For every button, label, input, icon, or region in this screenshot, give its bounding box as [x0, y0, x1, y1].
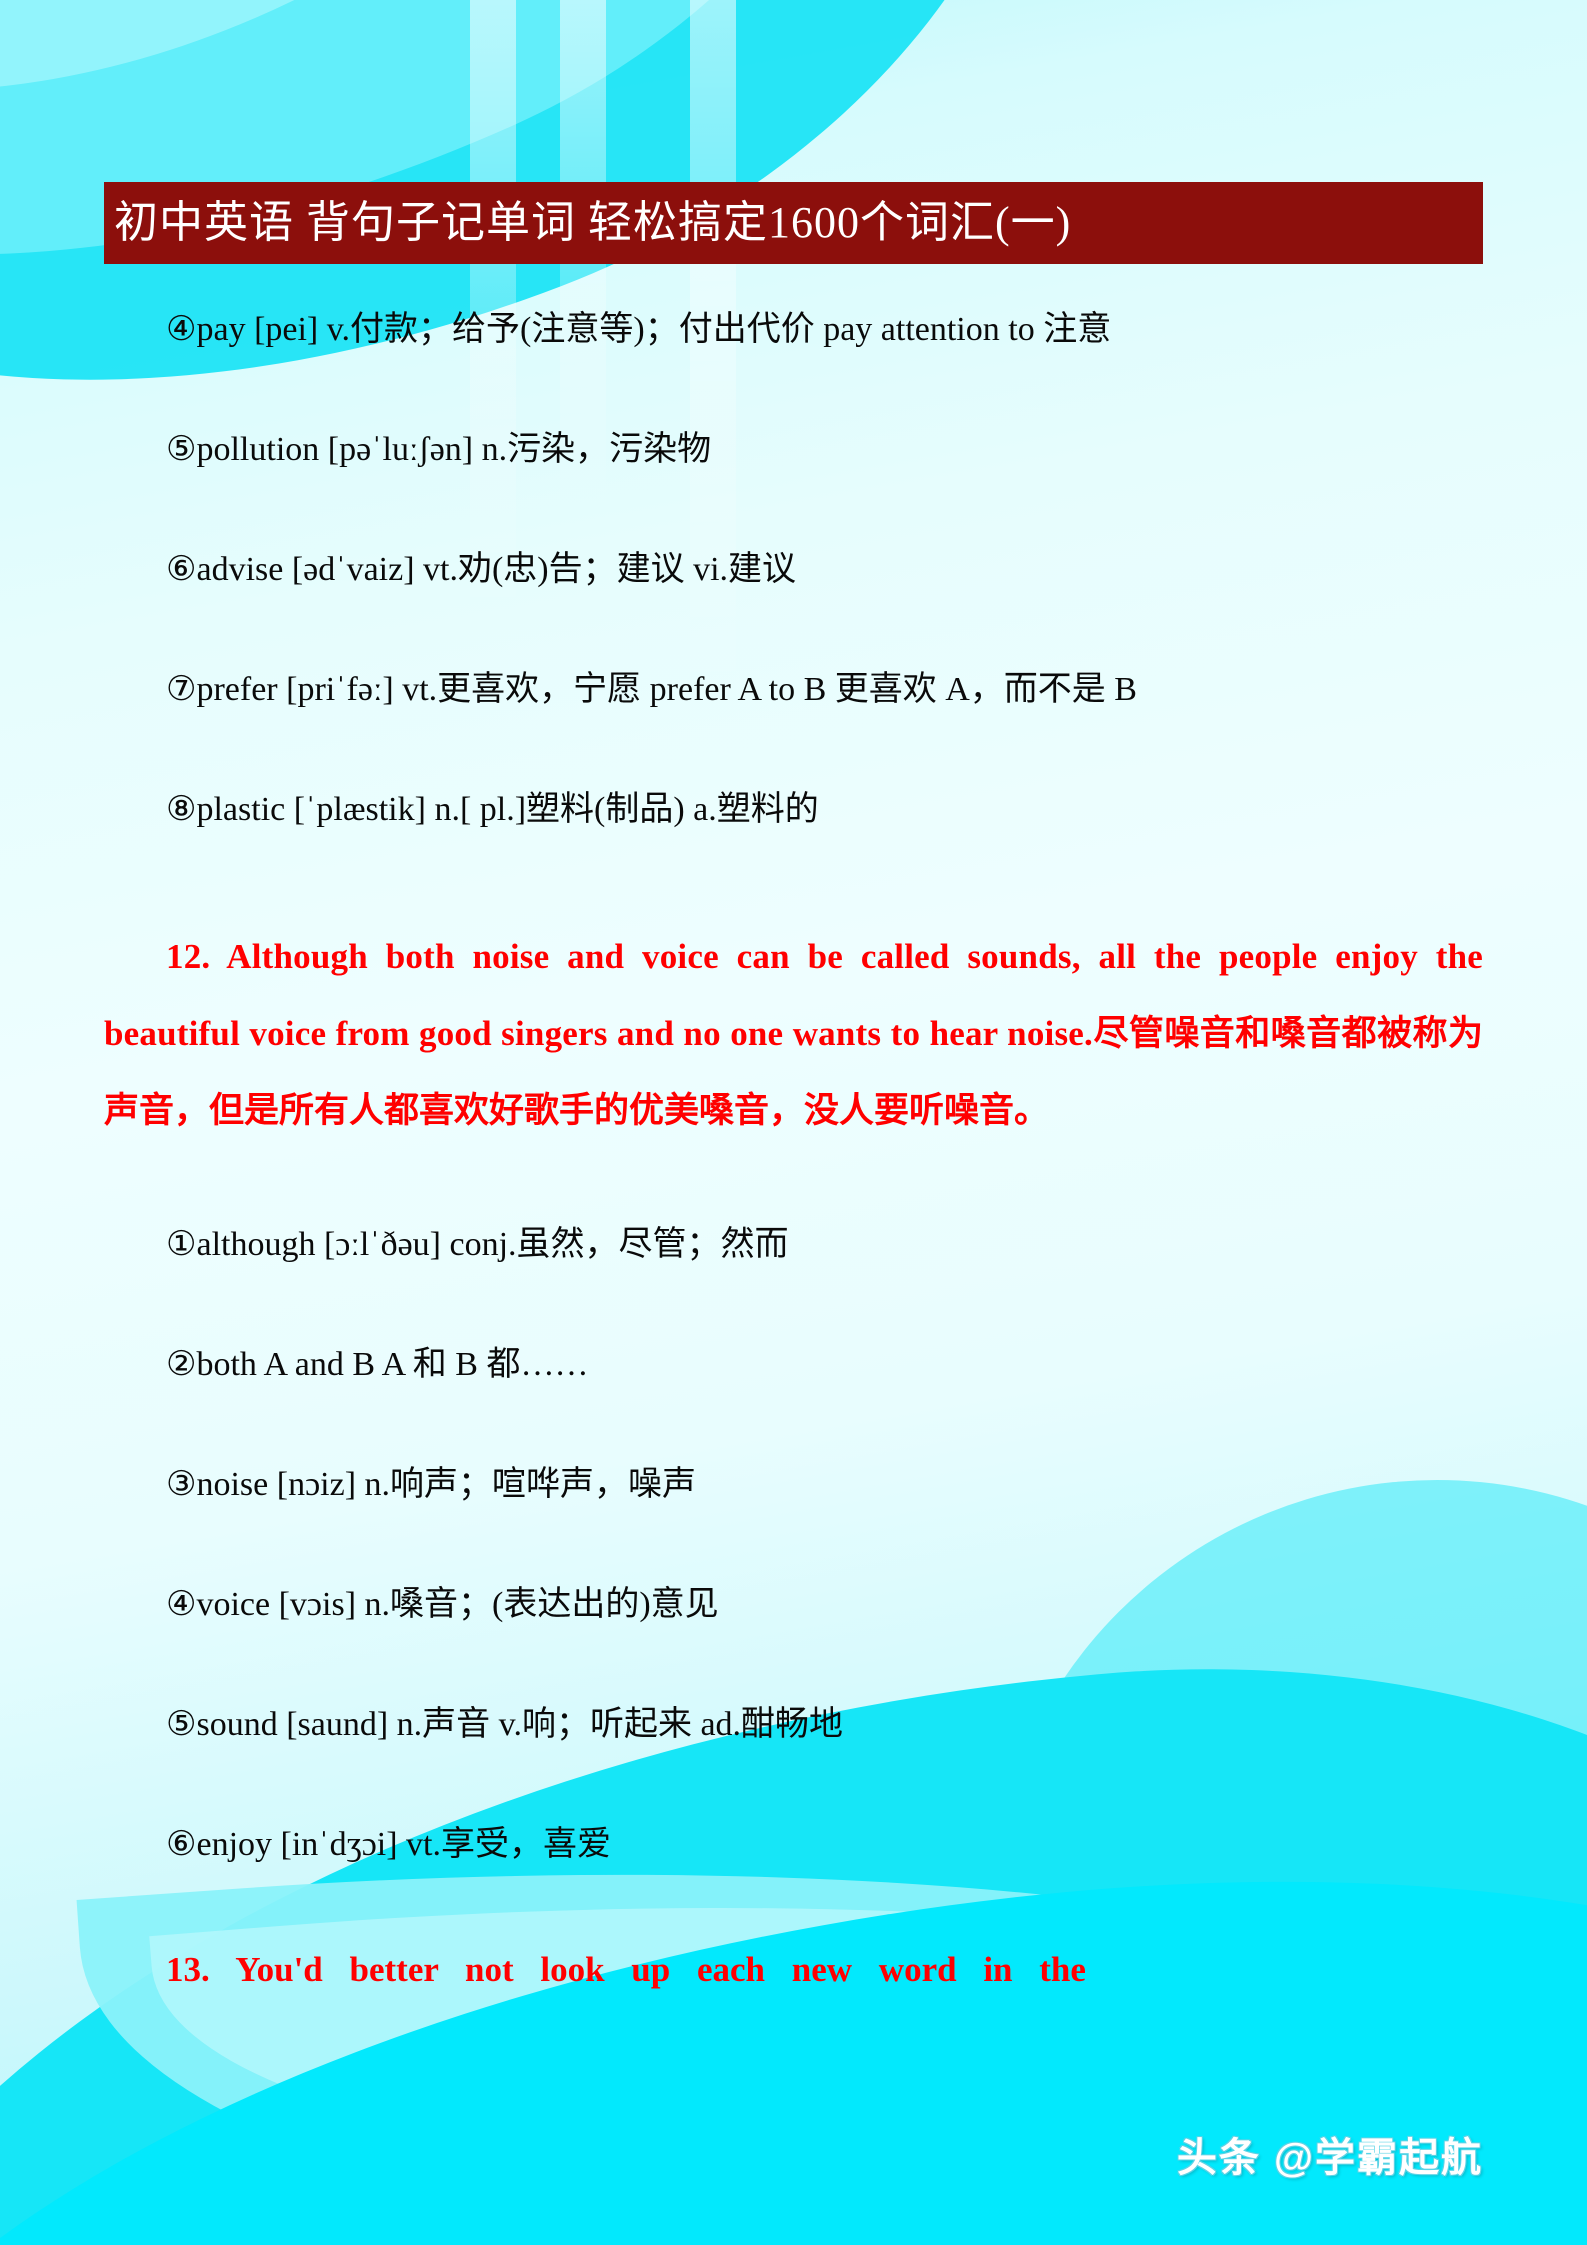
vocab-group-1: ④pay [pei] v.付款；给予(注意等)；付出代价 pay attenti… [104, 270, 1483, 870]
document-page: 初中英语 背句子记单词 轻松搞定1600个词汇(一) ④pay [pei] v.… [0, 0, 1587, 2245]
watermark-label: 头条 @学霸起航 [1176, 2136, 1483, 2180]
document-content: 初中英语 背句子记单词 轻松搞定1600个词汇(一) ④pay [pei] v.… [0, 182, 1587, 2005]
vocab-line: ③noise [nɔiz] n.响声；喧哗声，噪声 [166, 1466, 697, 1503]
vocab-line: ⑤sound [saund] n.声音 v.响；听起来 ad.酣畅地 [166, 1706, 844, 1743]
vocab-line: ⑦prefer [priˈfəː] vt.更喜欢，宁愿 prefer A to … [166, 671, 1137, 708]
document-title-banner: 初中英语 背句子记单词 轻松搞定1600个词汇(一) [104, 182, 1483, 264]
vocab-line: ⑥enjoy [inˈdʒɔi] vt.享受，喜爱 [166, 1826, 612, 1863]
vocab-line: ⑤pollution [pəˈluːʃən] n.污染，污染物 [166, 431, 712, 468]
sentence-paragraph-13: 13. You'd better not look up each new wo… [166, 1950, 1086, 1989]
sentence-paragraph-12: 12. Although both noise and voice can be… [104, 918, 1483, 1149]
vocab-line: ②both A and B A 和 B 都…… [166, 1346, 589, 1383]
vocab-line: ⑧plastic [ˈplæstik] n.[ pl.]塑料(制品) a.塑料的 [166, 791, 819, 828]
vocab-group-2: ①although [ɔːlˈðəu] conj.虽然，尽管；然而 ②both … [104, 1185, 1483, 1905]
vocab-line: ⑥advise [ədˈvaiz] vt.劝(忠)告；建议 vi.建议 [166, 551, 797, 588]
vocab-line: ①although [ɔːlˈðəu] conj.虽然，尽管；然而 [166, 1226, 789, 1263]
vocab-line: ④pay [pei] v.付款；给予(注意等)；付出代价 pay attenti… [166, 311, 1112, 348]
vocab-line: ④voice [vɔis] n.嗓音；(表达出的)意见 [166, 1586, 719, 1623]
